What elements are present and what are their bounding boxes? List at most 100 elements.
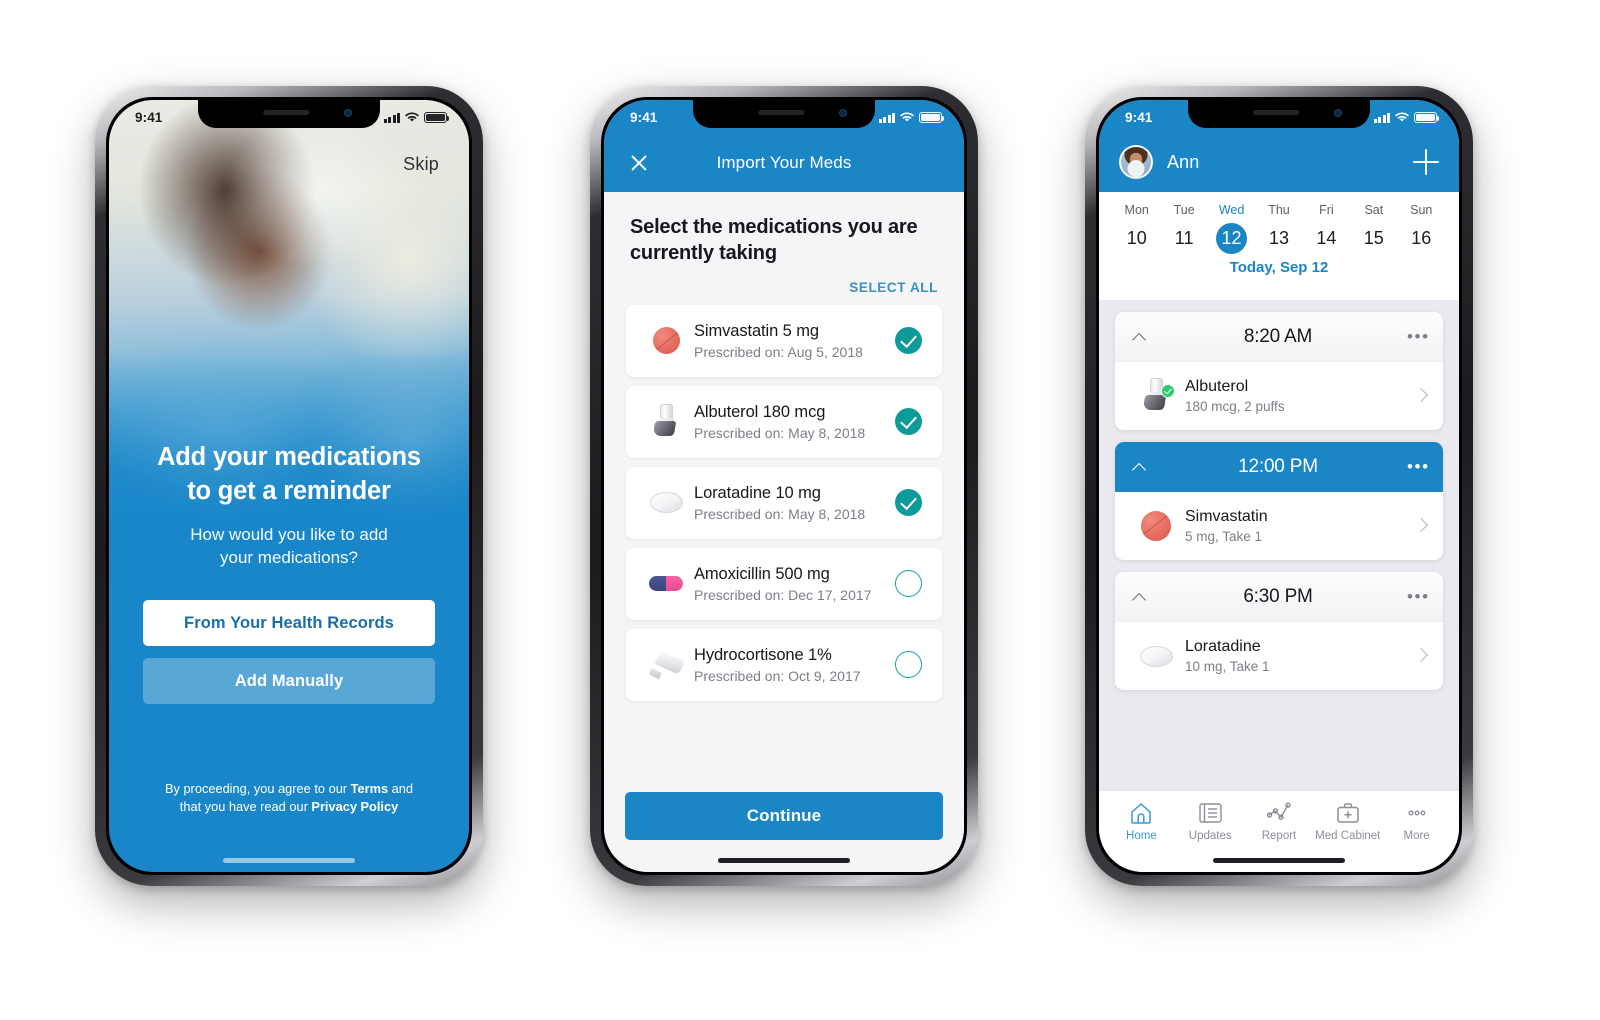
checkbox-unchecked-icon[interactable] (895, 570, 922, 598)
home-indicator[interactable] (223, 858, 355, 863)
continue-button[interactable]: Continue (625, 792, 943, 840)
terms-link[interactable]: Terms (351, 781, 388, 796)
calendar-day-tue[interactable]: Tue 11 (1160, 203, 1207, 254)
status-indicators (1373, 112, 1440, 123)
day-number: 12 (1216, 223, 1248, 254)
phone-import-meds: Import Your Meds 9:41 Select the medicat… (590, 86, 978, 886)
pill-oval-white-icon (1131, 645, 1181, 667)
medication-name: Albuterol (1185, 378, 1249, 395)
schedule-medication-row[interactable]: Simvastatin 5 mg, Take 1 (1115, 492, 1443, 560)
inhaler-icon (1131, 378, 1181, 414)
battery-icon (1414, 112, 1440, 123)
home-indicator[interactable] (718, 858, 850, 863)
calendar-day-fri[interactable]: Fri 14 (1303, 203, 1350, 254)
day-of-week-label: Fri (1319, 203, 1334, 217)
page-title-line1: Add your medications (157, 443, 421, 471)
schedule-row-text: Loratadine 10 mg, Take 1 (1181, 638, 1415, 674)
schedule-card-header[interactable]: 8:20 AM ••• (1115, 312, 1443, 362)
chevron-up-icon[interactable] (1131, 588, 1149, 606)
checkbox-checked-icon[interactable] (895, 489, 922, 517)
day-number: 11 (1174, 228, 1194, 248)
phone-home-schedule: Ann 9:41 Mon 10 Tue 11 Wed 12 Thu 13 Fri… (1085, 86, 1473, 886)
home-indicator[interactable] (1213, 858, 1345, 863)
list-item-text: Hydrocortisone 1% Prescribed on: Oct 9, … (690, 646, 895, 684)
schedule-list: 8:20 AM ••• Albuterol 180 mcg, 2 puffs 1… (1099, 300, 1459, 790)
tab-more[interactable]: More (1382, 800, 1451, 872)
status-bar: 9:41 (604, 100, 964, 130)
tab-label: Med Cabinet (1315, 830, 1381, 842)
page-subtitle: How would you like to add your medicatio… (137, 524, 441, 570)
day-of-week-label: Sat (1364, 203, 1384, 217)
chevron-up-icon[interactable] (1131, 458, 1149, 476)
medication-prescribed-date: Prescribed on: Aug 5, 2018 (694, 343, 863, 360)
schedule-medication-row[interactable]: Albuterol 180 mcg, 2 puffs (1115, 362, 1443, 430)
list-item[interactable]: Amoxicillin 500 mg Prescribed on: Dec 17… (626, 547, 942, 620)
status-time: 9:41 (630, 110, 658, 125)
schedule-time: 6:30 PM (1243, 585, 1313, 607)
import-body: Select the medications you are currently… (604, 192, 964, 872)
overflow-menu-icon[interactable]: ••• (1407, 458, 1428, 475)
calendar-day-sun[interactable]: Sun 16 (1398, 203, 1445, 254)
plus-icon[interactable] (1413, 149, 1439, 175)
checkbox-checked-icon[interactable] (895, 327, 922, 355)
medication-name: Loratadine 10 mg (694, 483, 821, 502)
schedule-time: 8:20 AM (1243, 325, 1313, 347)
medication-name: Simvastatin 5 mg (694, 321, 819, 340)
status-time: 9:41 (135, 110, 163, 125)
day-number: 16 (1411, 228, 1432, 248)
status-bar: 9:41 (1099, 100, 1459, 130)
privacy-policy-link[interactable]: Privacy Policy (311, 799, 398, 814)
list-item[interactable]: Albuterol 180 mcg Prescribed on: May 8, … (626, 385, 942, 458)
calendar-day-wed-selected[interactable]: Wed 12 (1208, 203, 1255, 254)
status-indicators (878, 112, 945, 123)
day-of-week-label: Thu (1268, 203, 1290, 217)
select-all-button[interactable]: SELECT ALL (604, 267, 964, 305)
calendar-day-sat[interactable]: Sat 15 (1350, 203, 1397, 254)
tab-label: More (1403, 830, 1430, 842)
checkbox-checked-icon[interactable] (895, 408, 922, 436)
from-health-records-button[interactable]: From Your Health Records (143, 600, 435, 647)
ointment-tube-icon (642, 650, 690, 679)
tab-home[interactable]: Home (1107, 800, 1176, 872)
battery-icon (919, 112, 945, 123)
schedule-card-header[interactable]: 12:00 PM ••• (1115, 442, 1443, 492)
home-screen: Ann 9:41 Mon 10 Tue 11 Wed 12 Thu 13 Fri… (1099, 100, 1459, 872)
avatar[interactable] (1119, 145, 1153, 179)
overflow-menu-icon[interactable]: ••• (1407, 588, 1428, 605)
chevron-right-icon[interactable] (1415, 390, 1427, 402)
schedule-card-evening: 6:30 PM ••• Loratadine 10 mg, Take 1 (1115, 572, 1443, 690)
wifi-icon (1395, 112, 1409, 123)
skip-button[interactable]: Skip (403, 154, 439, 175)
list-item[interactable]: Loratadine 10 mg Prescribed on: May 8, 2… (626, 466, 942, 539)
medication-prescribed-date: Prescribed on: Dec 17, 2017 (694, 586, 872, 603)
week-calendar-strip: Mon 10 Tue 11 Wed 12 Thu 13 Fri 14 Sat 1… (1099, 192, 1459, 300)
schedule-medication-row[interactable]: Loratadine 10 mg, Take 1 (1115, 622, 1443, 690)
tab-label: Report (1261, 830, 1297, 842)
chevron-up-icon[interactable] (1131, 328, 1149, 346)
overflow-menu-icon[interactable]: ••• (1407, 328, 1428, 345)
chevron-right-icon[interactable] (1415, 650, 1427, 662)
schedule-row-text: Albuterol 180 mcg, 2 puffs (1181, 378, 1415, 414)
inhaler-icon (642, 403, 690, 440)
calendar-day-thu[interactable]: Thu 13 (1255, 203, 1302, 254)
schedule-card-morning: 8:20 AM ••• Albuterol 180 mcg, 2 puffs (1115, 312, 1443, 430)
calendar-day-mon[interactable]: Mon 10 (1113, 203, 1160, 254)
checkbox-unchecked-icon[interactable] (895, 651, 922, 679)
nav-title: Import Your Meds (716, 153, 852, 172)
cellular-signal-icon (1373, 113, 1390, 123)
schedule-card-header[interactable]: 6:30 PM ••• (1115, 572, 1443, 622)
chevron-right-icon[interactable] (1415, 520, 1427, 532)
tab-label: Home (1126, 830, 1157, 842)
medication-dose: 10 mg, Take 1 (1185, 659, 1270, 674)
list-item-text: Loratadine 10 mg Prescribed on: May 8, 2… (690, 484, 895, 522)
list-item-text: Amoxicillin 500 mg Prescribed on: Dec 17… (690, 565, 895, 603)
import-meds-screen: Import Your Meds 9:41 Select the medicat… (604, 100, 964, 872)
nav-row: Ann (1099, 132, 1459, 192)
pill-round-red-icon (642, 327, 690, 355)
list-item[interactable]: Simvastatin 5 mg Prescribed on: Aug 5, 2… (626, 304, 942, 377)
add-manually-button[interactable]: Add Manually (143, 658, 435, 705)
week-days-row: Mon 10 Tue 11 Wed 12 Thu 13 Fri 14 Sat 1… (1113, 203, 1445, 254)
list-item[interactable]: Hydrocortisone 1% Prescribed on: Oct 9, … (626, 628, 942, 701)
status-bar: 9:41 (109, 100, 469, 130)
onboarding-content: Add your medications to get a reminder H… (109, 440, 469, 705)
